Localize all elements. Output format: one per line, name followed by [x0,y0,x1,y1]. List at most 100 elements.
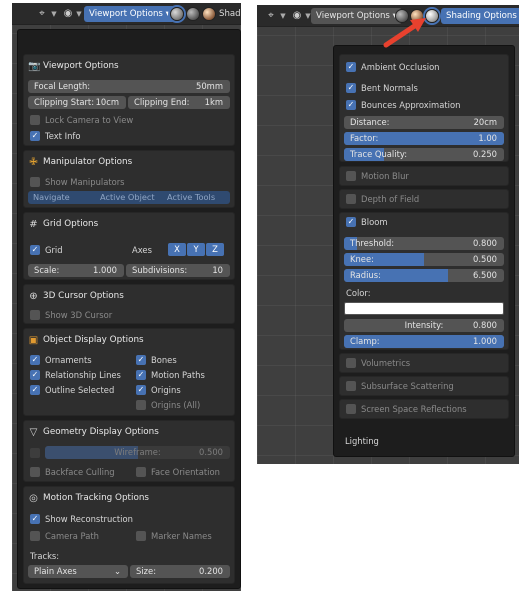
axis-x-toggle[interactable]: X [168,243,186,256]
focal-length-field[interactable]: Focal Length: 50mm [28,80,230,93]
show-3d-cursor-checkbox[interactable] [30,310,40,320]
ambient-occlusion-checkbox[interactable] [346,62,356,72]
grid-icon: # [29,219,38,230]
chevron-down-icon[interactable]: ▼ [279,8,287,24]
wireframe-shading-icon[interactable] [170,7,184,21]
motion-paths-checkbox[interactable] [136,370,146,380]
field-value: 0.200 [199,566,223,576]
field-label: Focal Length: [34,81,91,91]
relationship-lines-checkbox[interactable] [30,370,40,380]
grid-subdivisions-field[interactable]: Subdivisions: 10 [126,264,230,277]
ambient-occlusion-label: Ambient Occlusion [361,62,440,72]
ornaments-checkbox[interactable] [30,355,40,365]
screen-space-reflections-checkbox[interactable] [346,404,356,414]
shading-options-menu[interactable]: Shading Options ▾ [441,8,519,24]
lock-camera-checkbox[interactable] [30,115,40,125]
origins-label: Origins [151,385,181,395]
mode-active-object[interactable]: Active Object [100,191,155,204]
screen-space-reflections-panel: Screen Space Reflections [339,399,509,419]
viewport-options-label: Viewport Options [316,11,390,21]
bloom-clamp-slider[interactable]: Clamp: 1.000 [344,335,504,348]
field-value: 0.500 [473,254,497,264]
geometry-display-options-panel: ▽ Geometry Display Options Wireframe: 0.… [23,420,235,482]
viewport-options-label: Viewport Options [89,9,163,19]
grid-checkbox[interactable] [30,245,40,255]
material-shading-icon[interactable] [202,7,216,21]
motion-tracking-icon: ◎ [29,493,38,504]
3d-viewport-icon[interactable]: ⌖ [34,6,50,22]
subsurface-scattering-checkbox[interactable] [346,381,356,391]
origins-all-checkbox[interactable] [136,400,146,410]
panel-title: Manipulator Options [43,157,133,167]
bloom-color-swatch[interactable] [344,302,504,315]
volumetrics-checkbox[interactable] [346,358,356,368]
grid-label: Grid [45,245,63,255]
eye-icon[interactable]: ◉ [289,8,305,24]
field-label: Distance: [350,117,390,127]
bloom-knee-slider[interactable]: Knee: 0.500 [344,253,504,266]
bent-normals-label: Bent Normals [361,83,418,93]
ao-trace-quality-slider[interactable]: Trace Quality: 0.250 [344,148,504,161]
face-orientation-checkbox[interactable] [136,467,146,477]
motion-blur-checkbox[interactable] [346,171,356,181]
face-orientation-label: Face Orientation [151,467,220,477]
wireframe-field[interactable]: Wireframe: 0.500 [45,446,230,459]
track-size-field[interactable]: Size: 0.200 [130,565,230,578]
show-reconstruction-label: Show Reconstruction [45,514,133,524]
tracks-dropdown[interactable]: Plain Axes ⌄ [28,565,128,578]
camera-path-checkbox[interactable] [30,531,40,541]
left-screenshot: ⌖ ▼ ◉ ▼ Viewport Options ▾ Shadi 📷 Viewp… [12,3,241,591]
bones-checkbox[interactable] [136,355,146,365]
bent-normals-checkbox[interactable] [346,83,356,93]
panel-title: Object Display Options [43,335,144,345]
clipping-start-field[interactable]: Clipping Start: 10cm [28,96,126,109]
field-label: Clamp: [350,336,380,346]
clipping-end-field[interactable]: Clipping End: 1km [128,96,230,109]
motion-paths-label: Motion Paths [151,370,205,380]
field-label: Radius: [350,270,381,280]
axes-label: Axes [132,245,152,255]
show-manipulators-checkbox[interactable] [30,177,40,187]
solid-shading-icon[interactable] [186,7,200,21]
field-value: 0.800 [473,238,497,248]
bloom-radius-slider[interactable]: Radius: 6.500 [344,269,504,282]
marker-names-checkbox[interactable] [136,531,146,541]
viewport-options-popover: 📷 Viewport Options Focal Length: 50mm Cl… [17,29,241,589]
show-reconstruction-checkbox[interactable] [30,514,40,524]
shading-menu-label[interactable]: Shadi [219,6,241,22]
field-value: 20cm [473,117,497,127]
backface-culling-checkbox[interactable] [30,467,40,477]
bounces-approximation-checkbox[interactable] [346,100,356,110]
lighting-section-label[interactable]: Lighting [345,436,379,446]
origins-checkbox[interactable] [136,385,146,395]
depth-of-field-panel: Depth of Field [339,189,509,209]
wireframe-checkbox[interactable] [30,448,40,458]
grid-scale-field[interactable]: Scale: 1.000 [28,264,124,277]
3d-viewport-icon[interactable]: ⌖ [263,8,279,24]
manipulator-mode-selector[interactable]: Navigate Active Object Active Tools [28,191,230,204]
viewport-options-panel: 📷 Viewport Options Focal Length: 50mm Cl… [23,54,235,146]
bloom-checkbox[interactable] [346,217,356,227]
chevron-down-icon[interactable]: ▼ [50,6,58,22]
volumetrics-panel: Volumetrics [339,353,509,373]
viewport-options-menu[interactable]: Viewport Options ▾ [84,6,175,22]
mode-navigate[interactable]: Navigate [33,191,70,204]
bounces-approximation-label: Bounces Approximation [361,100,461,110]
axis-z-toggle[interactable]: Z [206,243,224,256]
eye-icon[interactable]: ◉ [60,6,76,22]
chevron-down-icon: ⌄ [113,566,121,576]
outline-selected-checkbox[interactable] [30,385,40,395]
depth-of-field-checkbox[interactable] [346,194,356,204]
text-info-checkbox[interactable] [30,131,40,141]
chevron-down-icon[interactable]: ▼ [75,6,83,22]
outline-selected-label: Outline Selected [45,385,115,395]
annotation-arrow-icon [383,18,426,48]
axis-y-toggle[interactable]: Y [187,243,205,256]
bloom-intensity-field[interactable]: Intensity: 0.800 [344,319,504,332]
ao-factor-slider[interactable]: Factor: 1.00 [344,132,504,145]
mode-active-tools[interactable]: Active Tools [167,191,215,204]
manipulator-options-panel: ✙ Manipulator Options Show Manipulators … [23,150,235,208]
depth-of-field-label: Depth of Field [361,194,420,204]
ao-distance-field[interactable]: Distance: 20cm [344,116,504,129]
bloom-threshold-slider[interactable]: Threshold: 0.800 [344,237,504,250]
